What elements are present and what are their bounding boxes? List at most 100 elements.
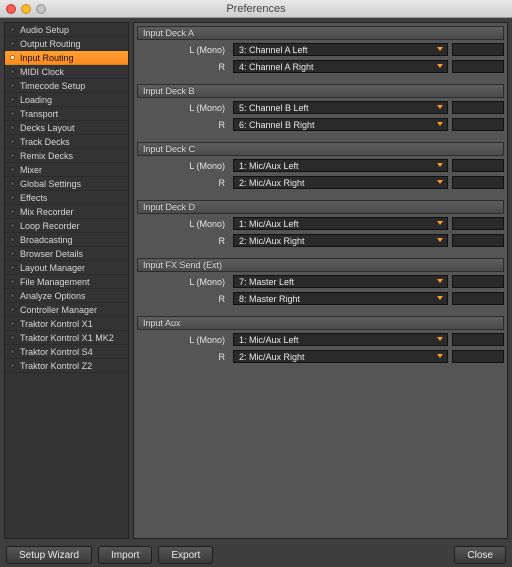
preferences-window: Audio Setup Output Routing Input Routing MI… [0, 18, 512, 567]
sidebar-item-loop-recorder[interactable]: Loop Recorder [5, 219, 128, 233]
sidebar-item-label: Input Routing [20, 53, 74, 63]
channel-right-dropdown[interactable]: 2: Mic/Aux Right [233, 234, 448, 247]
sidebar-item-traktor-kontrol-s4[interactable]: Traktor Kontrol S4 [5, 345, 128, 359]
sidebar-item-label: Analyze Options [20, 291, 86, 301]
channel-label: R [137, 294, 229, 304]
sidebar-item-timecode-setup[interactable]: Timecode Setup [5, 79, 128, 93]
level-meter-right[interactable] [452, 176, 504, 189]
sidebar-item-label: Remix Decks [20, 151, 73, 161]
level-meter-right[interactable] [452, 60, 504, 73]
level-meter-left[interactable] [452, 159, 504, 172]
import-button[interactable]: Import [98, 546, 152, 564]
bullet-icon [10, 195, 15, 200]
channel-right-dropdown[interactable]: 2: Mic/Aux Right [233, 176, 448, 189]
sidebar-item-label: Transport [20, 109, 58, 119]
sidebar-item-label: Audio Setup [20, 25, 69, 35]
channel-right-dropdown[interactable]: 6: Channel B Right [233, 118, 448, 131]
sidebar-item-file-management[interactable]: File Management [5, 275, 128, 289]
sidebar-item-output-routing[interactable]: Output Routing [5, 37, 128, 51]
channel-right-dropdown[interactable]: 4: Channel A Right [233, 60, 448, 73]
section-input-deck-b: Input Deck B L (Mono) 5: Channel B Left R 6:… [137, 84, 504, 132]
sidebar-item-decks-layout[interactable]: Decks Layout [5, 121, 128, 135]
row-left: L (Mono)1: Mic/Aux Left [137, 158, 504, 173]
section-header: Input Deck B [137, 84, 504, 98]
level-meter-right[interactable] [452, 118, 504, 131]
bullet-icon [10, 307, 15, 312]
sidebar-item-label: Loop Recorder [20, 221, 80, 231]
bullet-icon [10, 27, 15, 32]
channel-label: L (Mono) [137, 103, 229, 113]
level-meter-right[interactable] [452, 350, 504, 363]
bullet-icon [10, 111, 15, 116]
sidebar-item-track-decks[interactable]: Track Decks [5, 135, 128, 149]
sidebar-item-label: MIDI Clock [20, 67, 64, 77]
channel-label: R [137, 236, 229, 246]
sidebar-item-label: Layout Manager [20, 263, 85, 273]
level-meter-left[interactable] [452, 275, 504, 288]
sidebar-item-transport[interactable]: Transport [5, 107, 128, 121]
channel-left-dropdown[interactable]: 1: Mic/Aux Left [233, 159, 448, 172]
section-header: Input FX Send (Ext) [137, 258, 504, 272]
sidebar-item-remix-decks[interactable]: Remix Decks [5, 149, 128, 163]
bullet-icon [10, 83, 15, 88]
level-meter-left[interactable] [452, 43, 504, 56]
channel-label: R [137, 352, 229, 362]
row-right: R4: Channel A Right [137, 59, 504, 74]
sidebar-item-label: Decks Layout [20, 123, 75, 133]
content-panel: Input Deck AL (Mono)3: Channel A LeftR4:… [133, 22, 508, 539]
sidebar-item-broadcasting[interactable]: Broadcasting [5, 233, 128, 247]
sidebar-item-mix-recorder[interactable]: Mix Recorder [5, 205, 128, 219]
sidebar-item-label: Traktor Kontrol Z2 [20, 361, 92, 371]
sidebar-item-midi-clock[interactable]: MIDI Clock [5, 65, 128, 79]
level-meter-left[interactable] [452, 333, 504, 346]
chevron-down-icon [437, 238, 443, 242]
section-input-deck-a: Input Deck AL (Mono)3: Channel A LeftR4:… [137, 26, 504, 74]
sidebar-item-input-routing[interactable]: Input Routing [5, 51, 128, 65]
bullet-icon [10, 335, 15, 340]
level-meter-right[interactable] [452, 234, 504, 247]
row-right: R 2: Mic/Aux Right [137, 349, 504, 364]
sidebar-item-mixer[interactable]: Mixer [5, 163, 128, 177]
sidebar-item-analyze-options[interactable]: Analyze Options [5, 289, 128, 303]
sidebar-item-traktor-kontrol-z2[interactable]: Traktor Kontrol Z2 [5, 359, 128, 373]
sidebar-item-browser-details[interactable]: Browser Details [5, 247, 128, 261]
row-right: R 2: Mic/Aux Right [137, 233, 504, 248]
level-meter-right[interactable] [452, 292, 504, 305]
chevron-down-icon [437, 354, 443, 358]
channel-label: L (Mono) [137, 335, 229, 345]
channel-label: R [137, 120, 229, 130]
export-button[interactable]: Export [158, 546, 213, 564]
footer: Setup Wizard Import Export Close [0, 543, 512, 567]
level-meter-left[interactable] [452, 101, 504, 114]
sidebar-item-effects[interactable]: Effects [5, 191, 128, 205]
channel-right-dropdown[interactable]: 8: Master Right [233, 292, 448, 305]
setup-wizard-button[interactable]: Setup Wizard [6, 546, 92, 564]
sidebar-item-loading[interactable]: Loading [5, 93, 128, 107]
sidebar-item-traktor-kontrol-x1-mk2[interactable]: Traktor Kontrol X1 MK2 [5, 331, 128, 345]
sidebar-item-layout-manager[interactable]: Layout Manager [5, 261, 128, 275]
sidebar-item-audio-setup[interactable]: Audio Setup [5, 23, 128, 37]
bullet-icon [10, 69, 15, 74]
channel-left-dropdown[interactable]: 7: Master Left [233, 275, 448, 288]
channel-left-dropdown[interactable]: 5: Channel B Left [233, 101, 448, 114]
section-input-aux: Input AuxL (Mono)1: Mic/Aux LeftR2: Mic/… [137, 316, 504, 364]
channel-right-dropdown[interactable]: 2: Mic/Aux Right [233, 350, 448, 363]
channel-left-dropdown[interactable]: 1: Mic/Aux Left [233, 333, 448, 346]
row-right: R 8: Master Right [137, 291, 504, 306]
sidebar-item-controller-manager[interactable]: Controller Manager [5, 303, 128, 317]
bullet-icon [10, 97, 15, 102]
channel-left-dropdown[interactable]: 1: Mic/Aux Left [233, 217, 448, 230]
level-meter-left[interactable] [452, 217, 504, 230]
bullet-icon [10, 293, 15, 298]
close-button[interactable]: Close [454, 546, 506, 564]
dropdown-value: 3: Channel A Left [239, 45, 308, 55]
channel-left-dropdown[interactable]: 3: Channel A Left [233, 43, 448, 56]
dropdown-value: 1: Mic/Aux Left [239, 335, 299, 345]
bullet-icon [10, 153, 15, 158]
channel-label: R [137, 178, 229, 188]
chevron-down-icon [437, 296, 443, 300]
section-header: Input Deck A [137, 26, 504, 40]
sidebar-item-global-settings[interactable]: Global Settings [5, 177, 128, 191]
sidebar-item-label: Traktor Kontrol X1 MK2 [20, 333, 114, 343]
sidebar-item-traktor-kontrol-x1[interactable]: Traktor Kontrol X1 [5, 317, 128, 331]
